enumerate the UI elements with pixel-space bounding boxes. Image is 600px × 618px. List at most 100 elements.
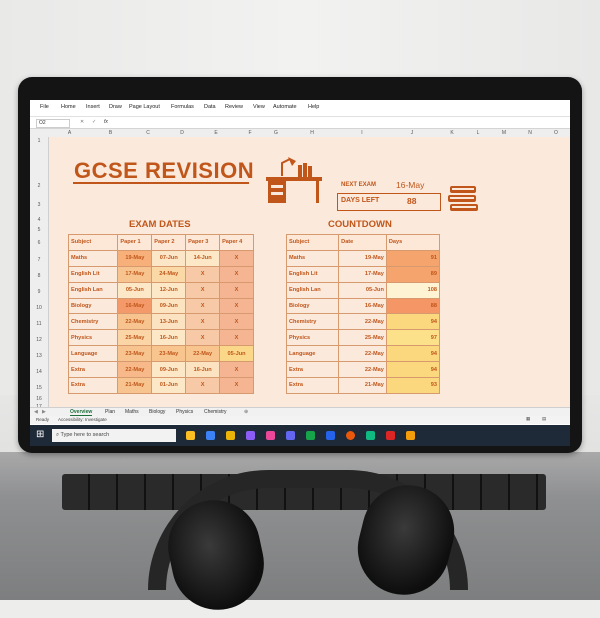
days-cell[interactable]: 94: [385, 345, 441, 363]
tab-scroll-right-icon[interactable]: ▶: [42, 409, 46, 415]
paper-3-cell[interactable]: 14-Jun: [185, 249, 221, 267]
row-header[interactable]: 14: [30, 369, 48, 375]
paper-2-cell[interactable]: 09-Jun: [151, 297, 187, 315]
paper-1-cell[interactable]: 22-May: [117, 361, 153, 379]
cancel-icon[interactable]: ✕: [80, 119, 84, 125]
paper-1-cell[interactable]: 16-May: [117, 297, 153, 315]
paper-4-cell[interactable]: 05-Jun: [219, 345, 254, 363]
teams-icon[interactable]: [286, 431, 295, 440]
paper-3-cell[interactable]: X: [185, 281, 221, 299]
col-header[interactable]: M: [491, 130, 517, 136]
date-cell[interactable]: 16-May: [338, 297, 387, 315]
col-header[interactable]: E: [199, 130, 233, 136]
paper-3-cell[interactable]: X: [185, 297, 221, 315]
column-header[interactable]: Paper 1: [117, 234, 153, 251]
row-header[interactable]: 2: [30, 183, 48, 189]
row-header[interactable]: 11: [30, 321, 48, 327]
subject-cell[interactable]: Extra: [67, 361, 119, 379]
menu-item-insert[interactable]: Insert: [86, 104, 100, 110]
tab-physics[interactable]: Physics: [176, 409, 193, 415]
col-header[interactable]: F: [233, 130, 267, 136]
menu-item-formulas[interactable]: Formulas: [171, 104, 194, 110]
subject-cell[interactable]: Physics: [67, 329, 119, 347]
tab-scroll-left-icon[interactable]: ◀: [34, 409, 38, 415]
paper-1-cell[interactable]: 23-May: [117, 345, 153, 363]
subject-cell[interactable]: English Lan: [285, 281, 340, 299]
app-icon[interactable]: [366, 431, 375, 440]
app-icon[interactable]: [386, 431, 395, 440]
paper-4-cell[interactable]: X: [219, 377, 254, 394]
paper-1-cell[interactable]: 19-May: [117, 249, 153, 267]
name-box[interactable]: O2: [36, 119, 70, 128]
paper-3-cell[interactable]: 22-May: [185, 345, 221, 363]
subject-cell[interactable]: Language: [285, 345, 340, 363]
subject-cell[interactable]: English Lit: [67, 265, 119, 283]
col-header[interactable]: N: [517, 130, 543, 136]
date-cell[interactable]: 05-Jun: [338, 281, 387, 299]
subject-cell[interactable]: Physics: [285, 329, 340, 347]
subject-cell[interactable]: Extra: [67, 377, 119, 394]
row-header[interactable]: 4: [30, 217, 48, 223]
page-layout-view-icon[interactable]: ▤: [542, 416, 546, 422]
paper-4-cell[interactable]: X: [219, 249, 254, 267]
paper-2-cell[interactable]: 24-May: [151, 265, 187, 283]
paper-4-cell[interactable]: X: [219, 265, 254, 283]
days-cell[interactable]: 94: [385, 361, 441, 379]
paper-4-cell[interactable]: X: [219, 297, 254, 315]
tab-biology[interactable]: Biology: [149, 409, 165, 415]
col-header[interactable]: O: [543, 130, 569, 136]
row-header[interactable]: 8: [30, 273, 48, 279]
col-header[interactable]: L: [465, 130, 491, 136]
subject-cell[interactable]: Extra: [285, 377, 340, 394]
onenote-icon[interactable]: [246, 431, 255, 440]
menu-item-file[interactable]: File: [40, 104, 49, 110]
paper-1-cell[interactable]: 17-May: [117, 265, 153, 283]
date-cell[interactable]: 17-May: [338, 265, 387, 283]
col-header[interactable]: K: [439, 130, 465, 136]
paper-4-cell[interactable]: X: [219, 281, 254, 299]
menu-item-view[interactable]: View: [253, 104, 265, 110]
paper-2-cell[interactable]: 12-Jun: [151, 281, 187, 299]
app-icon[interactable]: [266, 431, 275, 440]
paper-2-cell[interactable]: 23-May: [151, 345, 187, 363]
accessibility-status[interactable]: Accessibility: Investigate: [58, 417, 107, 422]
column-header[interactable]: Paper 3: [185, 234, 221, 251]
row-header[interactable]: 7: [30, 257, 48, 263]
paper-4-cell[interactable]: X: [219, 329, 254, 347]
menu-item-automate[interactable]: Automate: [273, 104, 297, 110]
tab-maths[interactable]: Maths: [125, 409, 139, 415]
subject-cell[interactable]: Biology: [285, 297, 340, 315]
tab-overview[interactable]: Overview: [70, 409, 93, 416]
row-header[interactable]: 13: [30, 353, 48, 359]
paper-3-cell[interactable]: X: [185, 377, 221, 394]
col-header[interactable]: B: [90, 130, 131, 136]
menu-item-help[interactable]: Help: [308, 104, 319, 110]
excel-icon[interactable]: [306, 431, 315, 440]
subject-cell[interactable]: Biology: [67, 297, 119, 315]
menu-item-page-layout[interactable]: Page Layout: [129, 104, 160, 110]
col-header[interactable]: C: [131, 130, 165, 136]
days-cell[interactable]: 97: [385, 329, 441, 347]
subject-cell[interactable]: Chemistry: [67, 313, 119, 331]
paper-2-cell[interactable]: 01-Jun: [151, 377, 187, 394]
paper-3-cell[interactable]: X: [185, 313, 221, 331]
date-cell[interactable]: 22-May: [338, 361, 387, 379]
paper-2-cell[interactable]: 09-Jun: [151, 361, 187, 379]
paper-1-cell[interactable]: 25-May: [117, 329, 153, 347]
word-icon[interactable]: [326, 431, 335, 440]
explorer-icon[interactable]: [226, 431, 235, 440]
column-header[interactable]: Subject: [67, 234, 119, 251]
row-header[interactable]: 16: [30, 396, 48, 402]
column-header[interactable]: Days: [385, 234, 441, 251]
date-cell[interactable]: 25-May: [338, 329, 387, 347]
paper-1-cell[interactable]: 21-May: [117, 377, 153, 394]
days-cell[interactable]: 91: [385, 249, 441, 267]
paper-3-cell[interactable]: X: [185, 265, 221, 283]
paper-2-cell[interactable]: 13-Jun: [151, 313, 187, 331]
column-header[interactable]: Paper 2: [151, 234, 187, 251]
column-header[interactable]: Paper 4: [219, 234, 254, 251]
date-cell[interactable]: 22-May: [338, 345, 387, 363]
subject-cell[interactable]: English Lit: [285, 265, 340, 283]
date-cell[interactable]: 19-May: [338, 249, 387, 267]
paper-4-cell[interactable]: X: [219, 361, 254, 379]
